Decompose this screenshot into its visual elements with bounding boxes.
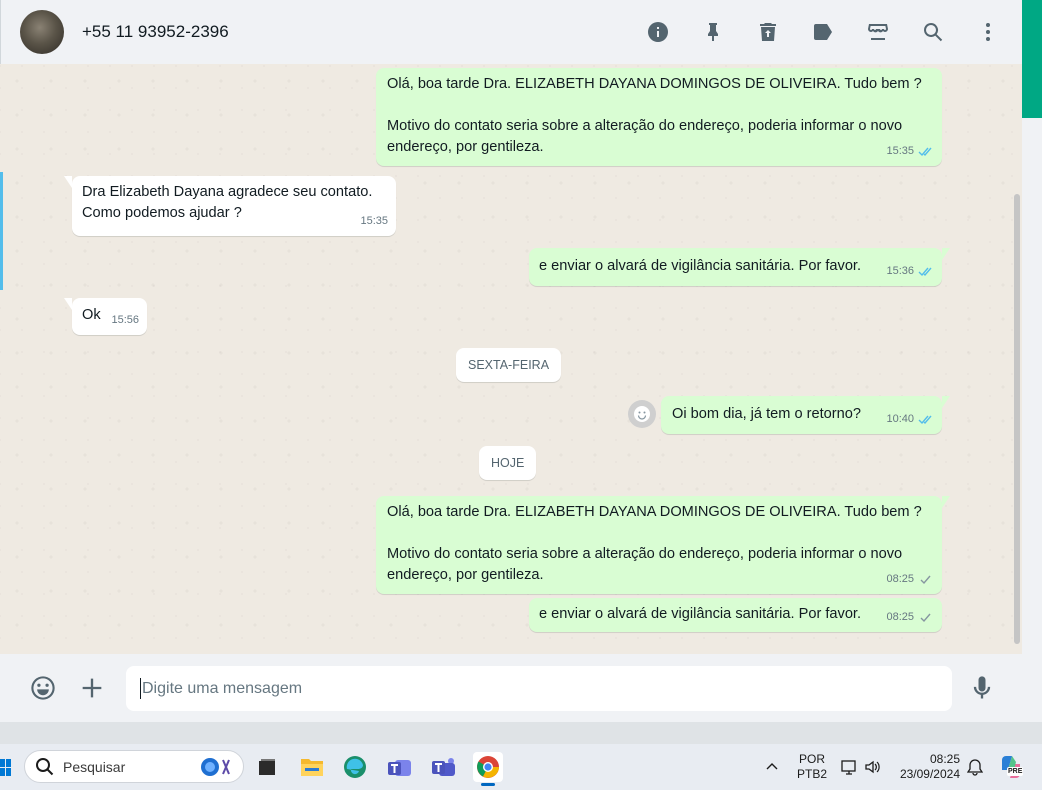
message-time: 15:35	[886, 145, 914, 157]
message-meta: 15:36	[886, 261, 934, 282]
message-input[interactable]	[126, 666, 952, 711]
message-outgoing[interactable]: Olá, boa tarde Dra. ELIZABETH DAYANA DOM…	[376, 68, 942, 166]
search-highlight-icon	[201, 758, 230, 776]
date-separator: SEXTA-FEIRA	[456, 348, 562, 382]
teams-work-icon[interactable]	[429, 752, 459, 782]
chat-scrollbar[interactable]	[1013, 64, 1021, 654]
clock-date: 23/09/2024	[899, 767, 960, 781]
contact-name[interactable]: +55 11 93952-2396	[82, 22, 229, 42]
network-icon[interactable]	[840, 758, 858, 776]
whatsapp-window: +55 11 93952-2396 Olá, boa tarde Dra. EL…	[0, 0, 1022, 722]
bubble-tail	[942, 248, 950, 260]
label-icon[interactable]	[811, 20, 835, 44]
pin-icon[interactable]	[701, 20, 725, 44]
message-meta: 15:35	[360, 211, 388, 232]
message-outgoing[interactable]: Oi bom dia, já tem o retorno? 10:40	[661, 396, 950, 434]
windows-taskbar: Pesquisar POR PTB2 08:25 23/09/2024 PRE	[0, 744, 1042, 790]
edge-browser-icon[interactable]	[340, 752, 370, 782]
file-explorer-icon[interactable]	[297, 752, 327, 782]
chat-header: +55 11 93952-2396	[0, 0, 1022, 64]
text-caret	[140, 678, 141, 699]
message-time: 08:25	[886, 611, 914, 623]
message-incoming[interactable]: Ok 15:56	[64, 298, 147, 335]
bubble-tail	[942, 496, 950, 508]
message-text: Olá, boa tarde Dra. ELIZABETH DAYANA DOM…	[387, 504, 922, 583]
active-app-indicator	[481, 783, 495, 786]
bubble-tail	[64, 298, 72, 310]
chevron-up-icon[interactable]	[765, 760, 779, 774]
message-text: Dra Elizabeth Dayana agradece seu contat…	[82, 184, 373, 221]
chrome-icon[interactable]	[473, 752, 503, 786]
message-text: Olá, boa tarde Dra. ELIZABETH DAYANA DOM…	[387, 76, 922, 155]
message-time: 15:36	[886, 265, 914, 277]
message-meta: 15:35	[886, 141, 934, 162]
info-icon[interactable]	[646, 20, 670, 44]
smiley-icon	[634, 406, 650, 422]
copilot-badge: PRE	[1007, 767, 1024, 776]
date-separator: HOJE	[479, 446, 537, 480]
message-incoming[interactable]: Dra Elizabeth Dayana agradece seu contat…	[64, 176, 396, 236]
single-check-icon	[920, 613, 931, 623]
react-emoji-button[interactable]	[628, 400, 656, 428]
volume-icon[interactable]	[863, 758, 881, 776]
store-icon[interactable]	[866, 20, 890, 44]
message-outgoing[interactable]: Olá, boa tarde Dra. ELIZABETH DAYANA DOM…	[376, 496, 950, 594]
bubble-tail	[64, 176, 72, 188]
single-check-icon	[920, 575, 931, 585]
search-label: Pesquisar	[63, 758, 126, 775]
bubble-tail	[942, 396, 950, 408]
message-time: 15:35	[360, 215, 388, 227]
header-actions	[615, 20, 1000, 44]
teams-icon[interactable]	[385, 752, 415, 782]
keyboard-layout: PTB2	[796, 767, 827, 781]
search-icon	[36, 757, 54, 775]
copilot-icon[interactable]: PRE	[998, 754, 1024, 780]
taskbar-search[interactable]: Pesquisar	[24, 750, 244, 783]
clock[interactable]: 08:25 23/09/2024	[890, 752, 960, 782]
language-code: POR	[798, 752, 825, 766]
emoji-icon[interactable]	[28, 673, 58, 703]
trash-icon[interactable]	[756, 20, 780, 44]
attach-plus-icon[interactable]	[77, 673, 107, 703]
input-language[interactable]: POR PTB2	[794, 752, 830, 782]
double-check-icon	[918, 267, 932, 277]
message-text: e enviar o alvará de vigilância sanitári…	[539, 258, 862, 274]
clock-time: 08:25	[929, 752, 960, 766]
double-check-icon	[918, 147, 932, 157]
contact-avatar[interactable]	[20, 10, 64, 54]
message-composer	[0, 654, 1022, 722]
microphone-icon[interactable]	[967, 673, 997, 703]
message-time: 15:56	[111, 314, 139, 326]
scrollbar-thumb[interactable]	[1014, 194, 1020, 644]
task-view-icon[interactable]	[252, 752, 282, 782]
message-meta: 08:25	[886, 569, 934, 590]
message-meta: 10:40	[886, 409, 934, 430]
message-time: 10:40	[886, 413, 914, 425]
message-meta: 08:25	[886, 607, 934, 628]
window-accent-strip	[1022, 0, 1042, 118]
message-time: 08:25	[886, 573, 914, 585]
search-icon[interactable]	[921, 20, 945, 44]
more-vertical-icon[interactable]	[976, 20, 1000, 44]
windows-start-icon[interactable]	[0, 759, 12, 777]
double-check-icon	[918, 415, 932, 425]
message-outgoing[interactable]: e enviar o alvará de vigilância sanitári…	[529, 598, 942, 632]
message-text: e enviar o alvará de vigilância sanitári…	[539, 606, 862, 622]
left-accent-strip	[0, 172, 3, 290]
message-list[interactable]: Olá, boa tarde Dra. ELIZABETH DAYANA DOM…	[0, 64, 1022, 654]
notification-bell-icon[interactable]	[967, 758, 983, 776]
message-outgoing[interactable]: e enviar o alvará de vigilância sanitári…	[529, 248, 950, 286]
message-meta: 15:56	[111, 310, 139, 331]
